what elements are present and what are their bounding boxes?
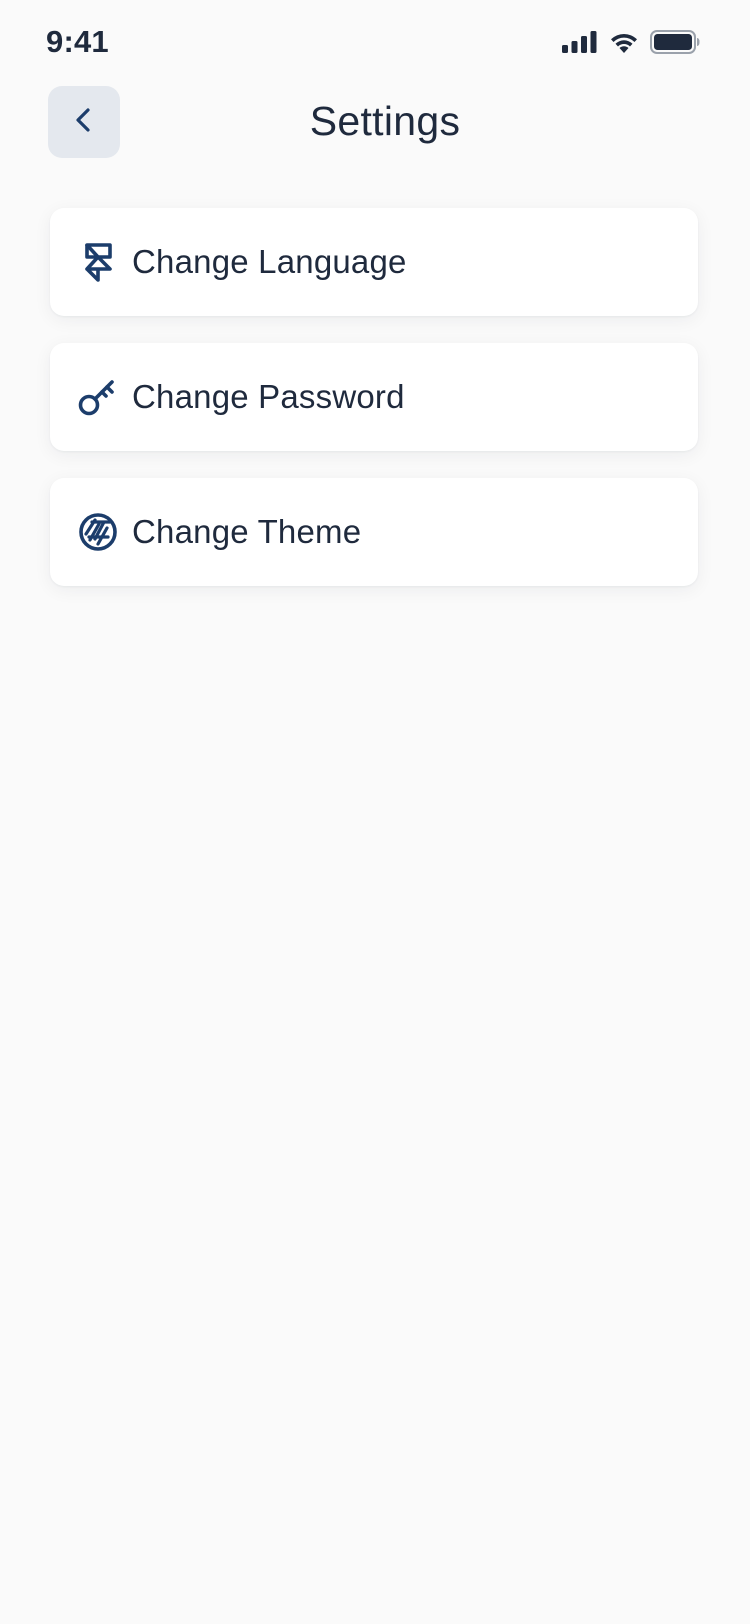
page-title: Settings xyxy=(309,98,461,144)
wifi-icon xyxy=(608,30,640,54)
cellular-signal-icon xyxy=(562,30,598,54)
framer-icon xyxy=(78,242,118,282)
change-password-label: Change Password xyxy=(132,378,405,415)
key-icon xyxy=(78,377,118,417)
change-language-item[interactable]: Change Language xyxy=(50,208,698,316)
header: Settings xyxy=(0,86,750,158)
status-icons xyxy=(562,30,700,54)
aperture-icon xyxy=(78,512,118,552)
change-language-label: Change Language xyxy=(132,243,407,280)
battery-icon xyxy=(650,30,700,54)
change-theme-label: Change Theme xyxy=(132,513,362,550)
status-bar: 9:41 xyxy=(0,0,750,88)
status-time: 9:41 xyxy=(46,24,109,59)
change-password-item[interactable]: Change Password xyxy=(50,343,698,451)
settings-list: Change Language Change Password Change T… xyxy=(50,208,698,586)
change-theme-item[interactable]: Change Theme xyxy=(50,478,698,586)
